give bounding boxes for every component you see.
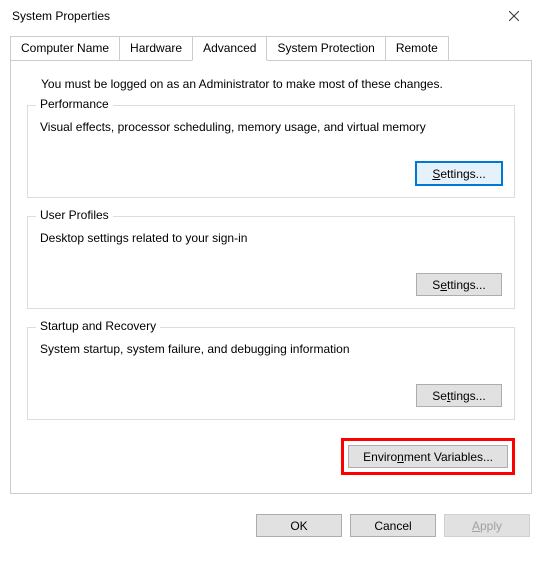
user-profiles-settings-button[interactable]: Settings... <box>416 273 502 296</box>
tab-advanced[interactable]: Advanced <box>192 36 267 61</box>
tab-hardware[interactable]: Hardware <box>119 36 193 60</box>
tab-remote[interactable]: Remote <box>385 36 449 60</box>
close-button[interactable] <box>494 2 534 30</box>
window-title: System Properties <box>12 9 110 23</box>
group-performance: Performance Visual effects, processor sc… <box>27 105 515 198</box>
title-bar: System Properties <box>0 0 542 32</box>
dialog-footer: OK Cancel Apply <box>0 500 542 537</box>
group-user-profiles-desc: Desktop settings related to your sign-in <box>40 231 502 245</box>
group-startup-recovery-legend: Startup and Recovery <box>36 319 160 333</box>
group-performance-desc: Visual effects, processor scheduling, me… <box>40 120 502 134</box>
tab-strip: Computer Name Hardware Advanced System P… <box>10 36 532 60</box>
admin-notice: You must be logged on as an Administrato… <box>41 77 519 91</box>
group-startup-recovery-desc: System startup, system failure, and debu… <box>40 342 502 356</box>
apply-button[interactable]: Apply <box>444 514 530 537</box>
startup-recovery-settings-button[interactable]: Settings... <box>416 384 502 407</box>
group-performance-legend: Performance <box>36 97 113 111</box>
environment-variables-button[interactable]: Environment Variables... <box>348 445 508 468</box>
env-vars-highlight: Environment Variables... <box>341 438 515 475</box>
group-startup-recovery: Startup and Recovery System startup, sys… <box>27 327 515 420</box>
tab-computer-name[interactable]: Computer Name <box>10 36 120 60</box>
cancel-button[interactable]: Cancel <box>350 514 436 537</box>
tab-system-protection[interactable]: System Protection <box>266 36 385 60</box>
group-user-profiles-legend: User Profiles <box>36 208 113 222</box>
tab-content-advanced: You must be logged on as an Administrato… <box>10 60 532 494</box>
group-user-profiles: User Profiles Desktop settings related t… <box>27 216 515 309</box>
ok-button[interactable]: OK <box>256 514 342 537</box>
performance-settings-button[interactable]: Settings... <box>416 162 502 185</box>
close-icon <box>509 11 519 21</box>
